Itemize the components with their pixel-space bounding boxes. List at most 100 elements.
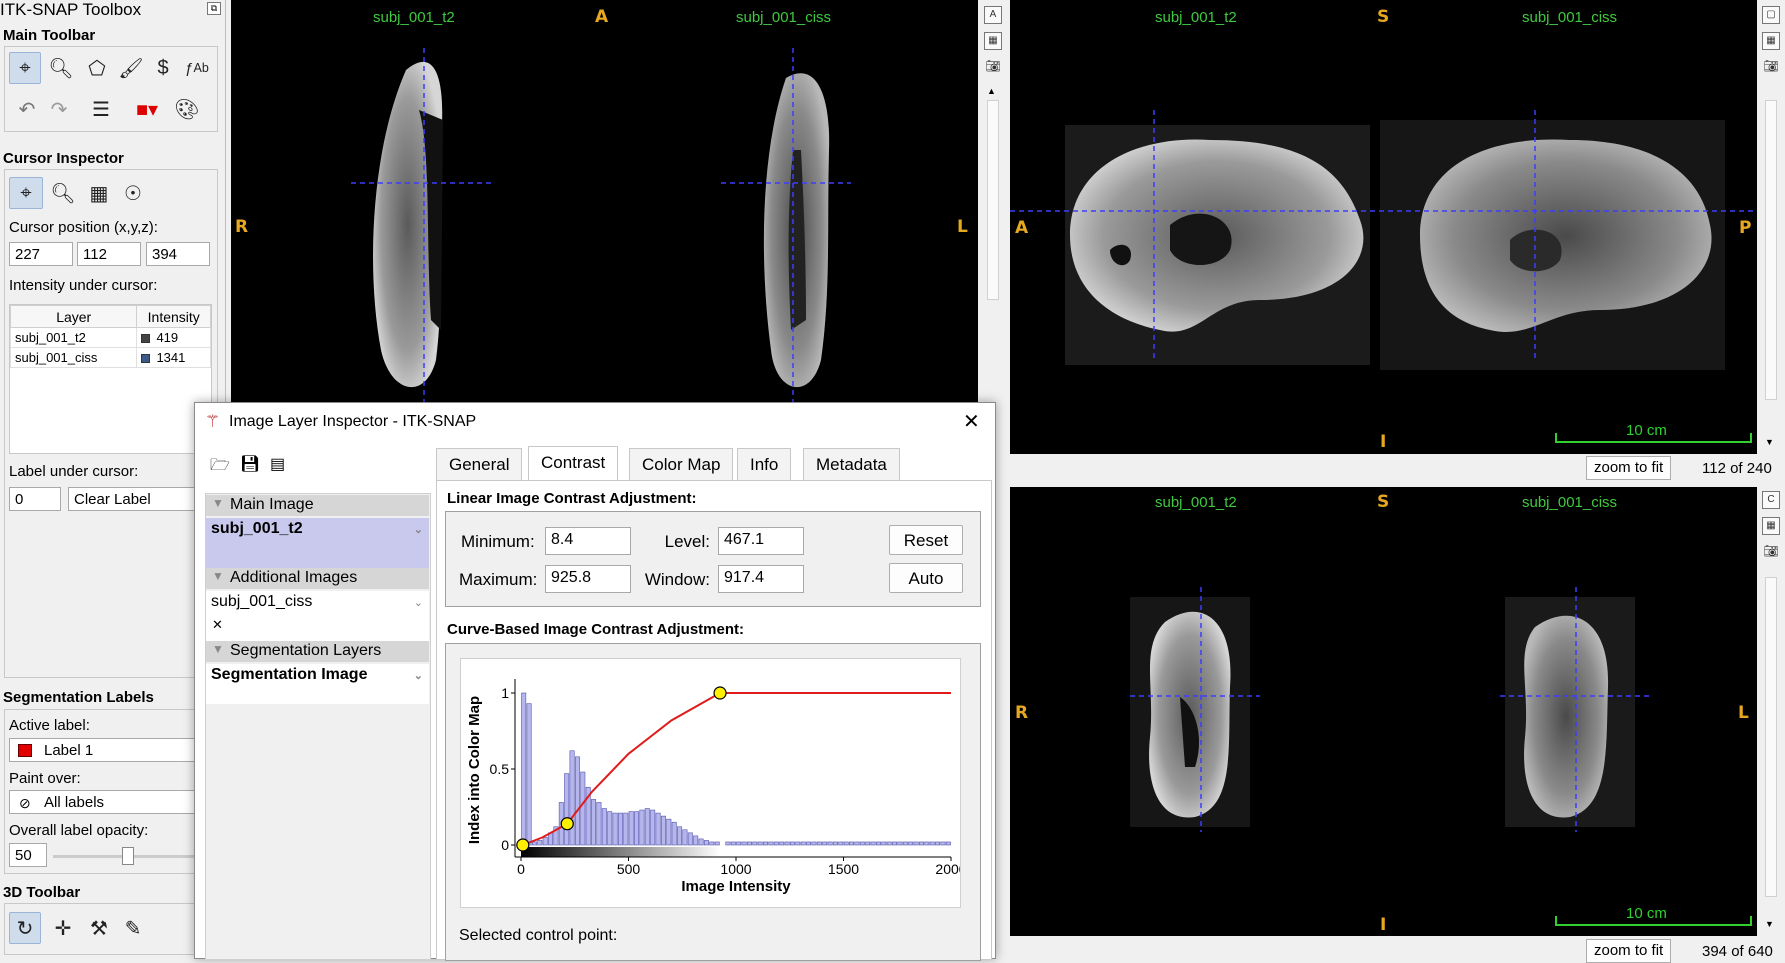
opacity-slider-handle[interactable] <box>122 847 134 865</box>
cursor-z-field[interactable]: 394 <box>146 242 210 266</box>
zoom-mode-icon[interactable]: 🔍︎ <box>47 177 79 209</box>
cursor-y-field[interactable]: 112 <box>77 242 141 266</box>
level-field[interactable]: 467.1 <box>718 527 804 555</box>
histogram-bar <box>859 841 865 846</box>
histogram-bar <box>741 841 747 846</box>
zoom-tool-icon[interactable]: 🔍︎ <box>45 52 77 84</box>
control-point[interactable] <box>560 817 574 831</box>
label-name-field[interactable]: Clear Label <box>68 487 208 511</box>
control-point[interactable] <box>713 686 727 700</box>
close-icon[interactable]: ✕ <box>963 409 980 434</box>
spray-3d-icon[interactable]: ✎ <box>117 912 149 944</box>
save-icon[interactable]: 💾︎ <box>240 454 260 474</box>
histogram-bar <box>666 818 672 846</box>
label-color-icon[interactable]: ■▾ <box>131 93 163 125</box>
histogram-bar <box>709 841 715 846</box>
opacity-field[interactable]: 50 <box>9 843 47 867</box>
table-row[interactable]: subj_001_t2 419 <box>9 327 211 348</box>
pin-icon[interactable]: ✕ <box>212 617 223 633</box>
float-toggle-icon[interactable]: ⧉ <box>207 2 221 15</box>
layers-icon[interactable]: ☰ <box>85 93 117 125</box>
tree-item-seg[interactable]: Segmentation Image ⌄ <box>206 664 429 704</box>
view-layout-icon[interactable]: C <box>1762 491 1780 509</box>
scroll-down-icon[interactable]: ▼ <box>1765 919 1774 929</box>
view-layout-icon[interactable]: ▢ <box>1762 6 1780 24</box>
scalpel-3d-icon[interactable]: ⚒ <box>83 912 115 944</box>
window-field[interactable]: 917.4 <box>718 565 804 593</box>
tree-header-additional[interactable]: ▼ Additional Images <box>206 568 429 589</box>
histogram-bar <box>940 841 946 846</box>
scroll-up-icon[interactable]: ▲ <box>987 86 996 96</box>
table-mode-icon[interactable]: ▦ <box>83 177 115 209</box>
annotation-tool-icon[interactable]: ƒ Ab <box>181 52 213 84</box>
paint-over-select[interactable]: ⊘ All labels <box>9 790 205 814</box>
coronal-view[interactable]: subj_001_t2 subj_001_ciss S R L I 10 cm <box>1010 487 1757 936</box>
table-row[interactable]: subj_001_ciss 1341 <box>9 347 211 368</box>
screenshot-icon[interactable]: 📷︎ <box>1762 58 1780 76</box>
palette-icon[interactable]: 🎨︎ <box>171 93 203 125</box>
view-table-icon[interactable]: ▦ <box>984 32 1002 50</box>
tab-color-map[interactable]: Color Map <box>629 448 734 480</box>
orient-bottom: I <box>1380 915 1387 935</box>
toolbox-title: ITK-SNAP Toolbox <box>0 0 142 19</box>
coronal-scrollbar[interactable] <box>1765 577 1777 897</box>
histogram-bar <box>752 841 758 846</box>
view-table-icon[interactable]: ▦ <box>1762 517 1780 535</box>
dialog-title: Image Layer Inspector - ITK-SNAP <box>229 413 477 430</box>
sync-icon[interactable]: ☉ <box>117 177 149 209</box>
zoom-to-fit-button[interactable]: zoom to fit <box>1586 939 1672 963</box>
maximum-field[interactable]: 925.8 <box>545 565 631 593</box>
reset-button[interactable]: Reset <box>889 525 963 555</box>
tree-item-main[interactable]: subj_001_t2 ⌄ <box>206 518 429 568</box>
tree-header-seg[interactable]: ▼ Segmentation Layers <box>206 641 429 662</box>
axial-scrollbar[interactable] <box>987 100 999 300</box>
histogram-bar <box>822 841 828 846</box>
auto-button[interactable]: Auto <box>889 563 963 593</box>
histogram-bar <box>935 841 941 846</box>
selected-point-label: Selected control point: <box>459 927 618 944</box>
item-menu-icon[interactable]: ⌄ <box>414 669 423 682</box>
histogram-bar <box>655 812 661 846</box>
orient-top: S <box>1377 7 1390 27</box>
view-layout-icon[interactable]: A <box>984 6 1002 24</box>
minimum-field[interactable]: 8.4 <box>545 527 631 555</box>
contrast-curve-chart[interactable]: 0 500 1000 1500 2000 0 0.5 1 Image Intensity Inde… <box>460 658 961 908</box>
axial-view[interactable]: subj_001_t2 subj_001_ciss A R L <box>231 0 978 460</box>
tab-info[interactable]: Info <box>737 448 792 480</box>
tab-metadata[interactable]: Metadata <box>803 448 900 480</box>
crosshair-3d-icon[interactable]: ✛ <box>47 912 79 944</box>
histogram-bar <box>816 841 822 846</box>
tab-contrast[interactable]: Contrast <box>528 446 619 481</box>
open-folder-icon[interactable]: 🗁 <box>210 454 230 481</box>
item-menu-icon[interactable]: ⌄ <box>414 596 423 609</box>
active-label-select[interactable]: Label 1 <box>9 738 205 762</box>
intensity-label: Intensity under cursor: <box>9 277 158 294</box>
undo-icon[interactable]: ↶ <box>11 93 43 125</box>
tab-general[interactable]: General <box>436 448 523 480</box>
redo-icon[interactable]: ↷ <box>43 93 75 125</box>
paintbrush-tool-icon[interactable]: 🖌︎ <box>115 52 147 84</box>
item-menu-icon[interactable]: ⌄ <box>414 523 423 536</box>
scroll-down-icon[interactable]: ▼ <box>1765 437 1774 447</box>
view-table-icon[interactable]: ▦ <box>1762 32 1780 50</box>
cursor-x-field[interactable]: 227 <box>9 242 73 266</box>
screenshot-icon[interactable]: 📷︎ <box>1762 543 1780 561</box>
crosshair-mode-icon[interactable]: ⌖ <box>9 177 43 209</box>
histogram-bar <box>838 841 844 846</box>
paint-over-value: All labels <box>44 794 105 811</box>
polygon-tool-icon[interactable]: ⬠ <box>81 52 113 84</box>
rotate-3d-icon[interactable]: ↻ <box>9 912 41 944</box>
screenshot-icon[interactable]: 📷︎ <box>984 58 1002 76</box>
snake-tool-icon[interactable]: $ <box>147 52 179 84</box>
zoom-to-fit-button[interactable]: zoom to fit <box>1586 456 1672 480</box>
label-value-field[interactable]: 0 <box>9 487 61 511</box>
tree-item-additional[interactable]: subj_001_ciss ⌄ ✕ <box>206 591 429 641</box>
sagittal-scrollbar[interactable] <box>1765 100 1777 400</box>
control-point[interactable] <box>516 838 530 852</box>
properties-icon[interactable]: ▤ <box>270 454 285 474</box>
tree-header-main[interactable]: ▼ Main Image <box>206 495 429 516</box>
minimum-label: Minimum: <box>461 532 535 551</box>
sagittal-view[interactable]: subj_001_t2 subj_001_ciss S A P I 10 cm <box>1010 0 1757 454</box>
crosshair-tool-icon[interactable]: ⌖ <box>9 52 41 84</box>
histogram-bar <box>623 812 629 846</box>
